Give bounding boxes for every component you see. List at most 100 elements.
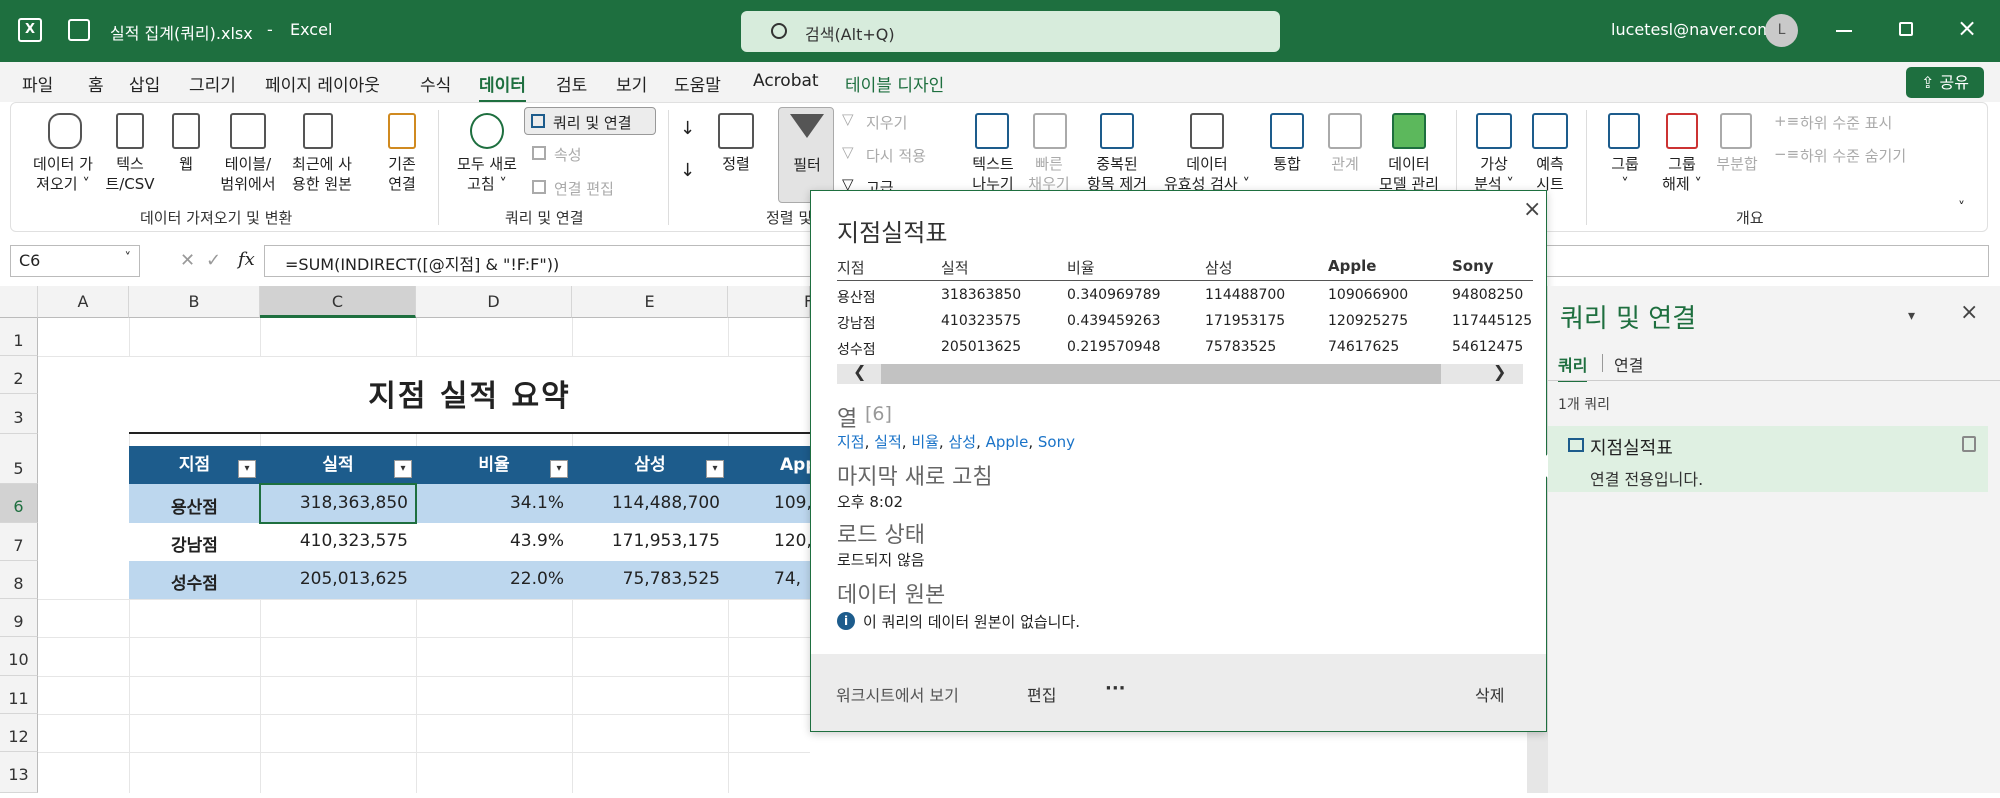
preview-hscrollbar[interactable]: ❮ ❯ <box>837 362 1523 384</box>
column-link[interactable]: 실적 <box>874 433 902 451</box>
scroll-left-icon[interactable]: ❮ <box>853 362 866 381</box>
cell-b6[interactable]: 용산점 <box>129 493 260 518</box>
share-button[interactable]: ⇪ 공유 <box>1906 67 1984 98</box>
cell-d6[interactable]: 34.1% <box>416 493 572 513</box>
tab-page-layout[interactable]: 페이지 레이아웃 <box>265 71 380 96</box>
cancel-icon[interactable]: ✕ <box>180 250 195 271</box>
row-header-8[interactable]: 8 <box>0 561 38 599</box>
cell-e7[interactable]: 171,953,175 <box>572 531 728 551</box>
row-header-12[interactable]: 12 <box>0 714 38 752</box>
cell-f6[interactable]: 109, <box>728 493 810 513</box>
row-header-11[interactable]: 11 <box>0 676 38 714</box>
ungroup-button[interactable]: 그룹 해제 ˅ <box>1650 154 1714 194</box>
row-header-5[interactable]: 5 <box>0 434 38 484</box>
consolidate-button[interactable]: 통합 <box>1262 154 1312 174</box>
cell-b7[interactable]: 강남점 <box>129 531 260 556</box>
edit-query-button[interactable]: 편집 <box>1027 682 1056 706</box>
edit-links-button[interactable]: 연결 편집 <box>554 178 614 199</box>
forecast-button[interactable]: 예측 시트 <box>1524 154 1576 194</box>
filter-button[interactable]: 필터 <box>778 107 834 203</box>
show-detail-button[interactable]: 하위 수준 표시 <box>1800 112 1892 133</box>
pane-options-icon[interactable]: ▾ <box>1908 308 1915 324</box>
tab-data[interactable]: 데이터 <box>479 71 526 103</box>
flash-fill-button[interactable]: 빠른 채우기 <box>1020 154 1078 194</box>
row-header-13[interactable]: 13 <box>0 752 38 793</box>
sort-za-icon[interactable]: ↓ <box>680 160 695 181</box>
cell-d7[interactable]: 43.9% <box>416 531 572 551</box>
scrollbar-thumb[interactable] <box>881 364 1441 384</box>
tab-help[interactable]: 도움말 <box>674 71 721 96</box>
cell-f7[interactable]: 120, <box>728 531 810 551</box>
web-button[interactable]: 웹 <box>170 154 202 174</box>
row-header-10[interactable]: 10 <box>0 637 38 676</box>
properties-button[interactable]: 속성 <box>554 144 582 165</box>
row-header-7[interactable]: 7 <box>0 523 38 561</box>
cell-c8[interactable]: 205,013,625 <box>260 569 416 589</box>
close-icon[interactable]: × <box>1957 14 1977 42</box>
cell-c7[interactable]: 410,323,575 <box>260 531 416 551</box>
clear-button[interactable]: 지우기 <box>866 112 907 133</box>
refresh-query-icon[interactable] <box>1962 436 1976 452</box>
insert-function-icon[interactable]: fx <box>238 249 255 270</box>
cell-e6[interactable]: 114,488,700 <box>572 493 728 513</box>
row-header-9[interactable]: 9 <box>0 599 38 637</box>
table-header-branch[interactable]: 지점 ▾ <box>129 446 260 484</box>
column-link[interactable]: Apple <box>986 433 1029 451</box>
column-header-f[interactable]: F <box>728 286 813 318</box>
filter-dropdown-icon[interactable]: ▾ <box>394 460 412 478</box>
sort-button[interactable]: 정렬 <box>716 154 756 174</box>
reapply-button[interactable]: 다시 적용 <box>866 145 926 166</box>
avatar[interactable]: L <box>1765 14 1798 47</box>
text-csv-button[interactable]: 텍스 트/CSV <box>100 154 160 194</box>
tab-queries[interactable]: 쿼리 <box>1558 352 1588 382</box>
sort-az-icon[interactable]: ↓ <box>680 118 695 139</box>
popup-close-icon[interactable]: × <box>1523 197 1541 222</box>
remove-duplicates-button[interactable]: 중복된 항목 제거 <box>1080 154 1154 194</box>
table-header-ratio[interactable]: 비율 ▾ <box>416 446 572 484</box>
minimize-icon[interactable] <box>1836 30 1852 32</box>
filter-dropdown-icon[interactable]: ▾ <box>550 460 568 478</box>
row-header-3[interactable]: 3 <box>0 394 38 434</box>
refresh-all-button[interactable]: 모두 새로 고침 ˅ <box>447 154 527 194</box>
row-header-2[interactable]: 2 <box>0 356 38 394</box>
restore-icon[interactable] <box>1899 22 1913 36</box>
hide-detail-button[interactable]: 하위 수준 숨기기 <box>1800 145 1906 166</box>
column-header-b[interactable]: B <box>129 286 260 318</box>
scroll-right-icon[interactable]: ❯ <box>1493 362 1506 381</box>
row-header-1[interactable]: 1 <box>0 318 38 356</box>
tab-connections[interactable]: 연결 <box>1614 352 1643 376</box>
column-header-e[interactable]: E <box>572 286 728 318</box>
column-link[interactable]: 삼성 <box>948 433 976 451</box>
column-header-d[interactable]: D <box>416 286 572 318</box>
tab-view[interactable]: 보기 <box>616 71 647 96</box>
column-header-c[interactable]: C <box>260 286 416 318</box>
data-model-button[interactable]: 데이터 모델 관리 <box>1372 154 1446 194</box>
cell-d8[interactable]: 22.0% <box>416 569 572 589</box>
tab-draw[interactable]: 그리기 <box>189 71 236 96</box>
relationships-button[interactable]: 관계 <box>1322 154 1368 174</box>
get-data-button[interactable]: 데이터 가 져오기 ˅ <box>22 154 104 194</box>
title-merged-cell[interactable]: 지점 실적 요약 <box>129 357 810 434</box>
cell-e8[interactable]: 75,783,525 <box>572 569 728 589</box>
column-link[interactable]: 비율 <box>911 433 939 451</box>
subtotal-button[interactable]: 부분합 <box>1712 154 1762 174</box>
data-validation-button[interactable]: 데이터 유효성 검사 ˅ <box>1162 154 1252 194</box>
tab-insert[interactable]: 삽입 <box>129 71 160 96</box>
column-header-a[interactable]: A <box>38 286 129 318</box>
column-link[interactable]: Sony <box>1038 433 1075 451</box>
tab-home[interactable]: 홈 <box>88 71 104 96</box>
row-header-6[interactable]: 6 <box>0 484 38 523</box>
table-header-apple[interactable]: App <box>728 446 810 484</box>
delete-query-button[interactable]: 삭제 <box>1475 682 1504 706</box>
filter-dropdown-icon[interactable]: ▾ <box>706 460 724 478</box>
recent-sources-button[interactable]: 최근에 사 용한 원본 <box>284 154 360 194</box>
search-box[interactable]: 검색(Alt+Q) <box>741 11 1280 52</box>
table-header-samsung[interactable]: 삼성 ▾ <box>572 446 728 484</box>
name-box[interactable]: C6 ˅ <box>10 245 140 277</box>
query-item[interactable]: 지점실적표 연결 전용입니다. <box>1548 426 1988 492</box>
collapse-ribbon-icon[interactable]: ˅ <box>1958 200 1965 216</box>
filter-dropdown-icon[interactable]: ▾ <box>238 460 256 478</box>
select-all-corner[interactable] <box>0 286 38 318</box>
group-button[interactable]: 그룹 ˅ <box>1600 154 1650 194</box>
save-icon[interactable] <box>68 19 90 41</box>
